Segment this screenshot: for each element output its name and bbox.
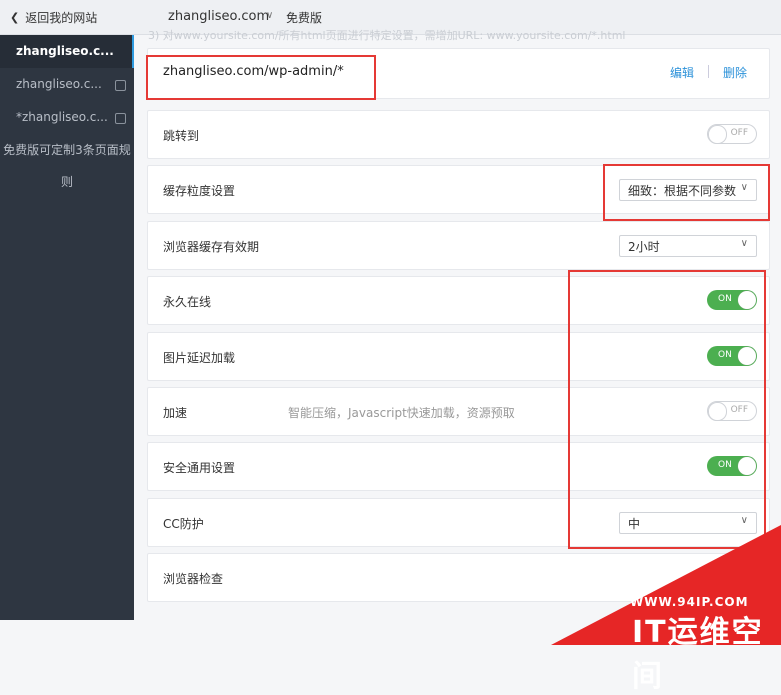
- sidebar-item-label: *zhangliseo.c...: [16, 110, 108, 124]
- chevron-left-icon: ❮: [10, 11, 20, 24]
- sidebar: zhangliseo.c... zhangliseo.c... *zhangli…: [0, 35, 134, 620]
- plan-badge: 免费版: [286, 11, 323, 25]
- cache-level-label: 缓存粒度设置: [163, 184, 236, 198]
- delete-link[interactable]: 删除: [723, 64, 747, 81]
- plan-limit-note: 免费版可定制3条页面规 则: [0, 134, 134, 198]
- accelerate-label: 加速: [163, 406, 188, 420]
- browser-cache-row: 浏览器缓存有效期 2小时 ∨: [147, 221, 770, 270]
- security-label: 安全通用设置: [163, 461, 236, 475]
- cc-protection-label: CC防护: [163, 517, 204, 531]
- plan-limit-note-line1: 免费版可定制3条页面规: [3, 143, 131, 157]
- url-hint: 3) 对www.yoursite.com/所有html页面进行特定设置，需增加U…: [148, 29, 626, 42]
- edit-link[interactable]: 编辑: [670, 64, 694, 81]
- chevron-down-icon[interactable]: ∨: [266, 10, 273, 21]
- always-online-label: 永久在线: [163, 295, 212, 309]
- toggle-knob: [708, 125, 727, 144]
- select-value: 2小时: [628, 240, 660, 254]
- back-link-label: 返回我的网站: [25, 11, 98, 25]
- browser-check-label: 浏览器检查: [163, 572, 224, 586]
- sidebar-item-label: zhangliseo.c...: [16, 44, 114, 58]
- watermark-logo-text: IT运维空间: [632, 615, 764, 694]
- redirect-row: 跳转到 OFF: [147, 110, 770, 159]
- highlight-box-cache: [603, 164, 770, 221]
- accelerate-description: 智能压缩，Javascript快速加载，资源预取: [288, 406, 515, 420]
- highlight-box-toggles: [568, 270, 766, 549]
- sidebar-item-label: zhangliseo.c...: [16, 77, 102, 91]
- sidebar-item-rule-2[interactable]: zhangliseo.c...: [0, 68, 134, 101]
- copy-icon[interactable]: [115, 80, 126, 91]
- chevron-down-icon: ∨: [740, 238, 748, 249]
- browser-cache-select[interactable]: 2小时 ∨: [619, 235, 757, 257]
- domain-selector[interactable]: zhangliseo.com: [168, 9, 269, 24]
- sidebar-item-rule-3[interactable]: *zhangliseo.c...: [0, 101, 134, 134]
- sidebar-item-rule-1[interactable]: zhangliseo.c...: [0, 35, 134, 68]
- redirect-label: 跳转到: [163, 129, 200, 143]
- copy-icon[interactable]: [115, 113, 126, 124]
- redirect-toggle[interactable]: OFF: [707, 124, 757, 144]
- divider: [708, 65, 709, 78]
- plan-limit-note-line2: 则: [60, 175, 73, 189]
- highlight-box-url: [146, 55, 376, 100]
- lazy-load-label: 图片延迟加载: [163, 351, 236, 365]
- browser-cache-label: 浏览器缓存有效期: [163, 240, 260, 254]
- back-link[interactable]: ❮ 返回我的网站: [10, 9, 97, 26]
- toggle-state: OFF: [730, 128, 748, 138]
